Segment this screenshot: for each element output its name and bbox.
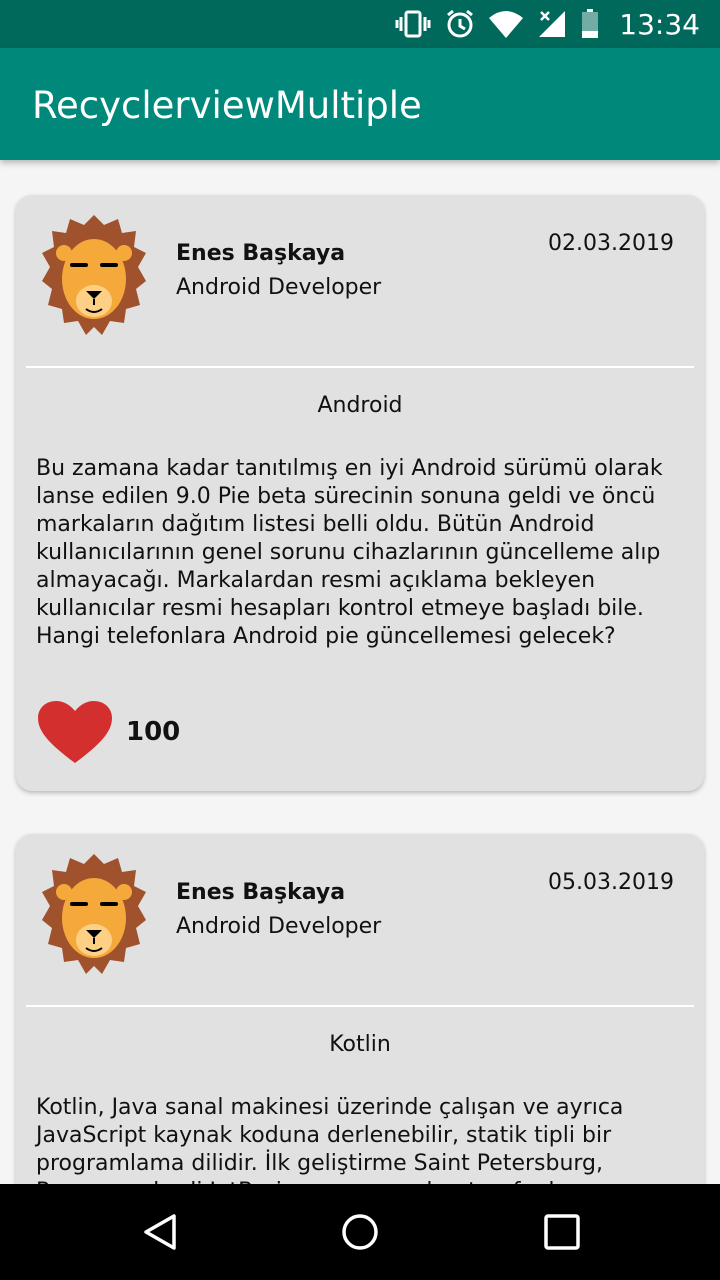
divider (26, 1005, 694, 1007)
home-icon[interactable] (340, 1212, 380, 1252)
author-role: Android Developer (176, 914, 382, 939)
post-list[interactable]: Enes Başkaya Android Developer 02.03.201… (0, 160, 720, 1184)
recents-icon[interactable] (542, 1212, 582, 1252)
vibrate-icon (395, 10, 431, 38)
battery-icon (582, 9, 599, 38)
post-card[interactable]: Enes Başkaya Android Developer 05.03.201… (16, 834, 704, 1184)
lion-avatar-icon (42, 854, 146, 974)
post-date: 02.03.2019 (548, 231, 674, 256)
status-clock: 13:34 (619, 7, 700, 41)
author-role: Android Developer (176, 275, 382, 300)
like-count: 100 (126, 717, 181, 747)
navigation-bar (0, 1184, 720, 1280)
post-body: Bu zamana kadar tanıtılmış en iyi Androi… (36, 456, 663, 649)
post-card[interactable]: Enes Başkaya Android Developer 02.03.201… (16, 195, 704, 791)
app-bar: RecyclerviewMultiple (0, 48, 720, 160)
heart-icon[interactable] (38, 701, 112, 765)
author-name: Enes Başkaya (176, 241, 346, 266)
app-title: RecyclerviewMultiple (32, 84, 422, 127)
post-date: 05.03.2019 (548, 870, 674, 895)
divider (26, 366, 694, 368)
post-body: Kotlin, Java sanal makinesi üzerinde çal… (36, 1095, 624, 1184)
back-icon[interactable] (140, 1212, 180, 1252)
lion-avatar-icon (42, 215, 146, 335)
status-bar: 13:34 (0, 0, 720, 48)
alarm-icon (447, 9, 474, 38)
status-icons: 13:34 (395, 0, 700, 48)
wifi-icon (489, 11, 524, 38)
post-topic: Android (317, 393, 403, 418)
post-topic: Kotlin (329, 1032, 391, 1057)
signal-icon (539, 11, 566, 37)
author-name: Enes Başkaya (176, 880, 346, 905)
